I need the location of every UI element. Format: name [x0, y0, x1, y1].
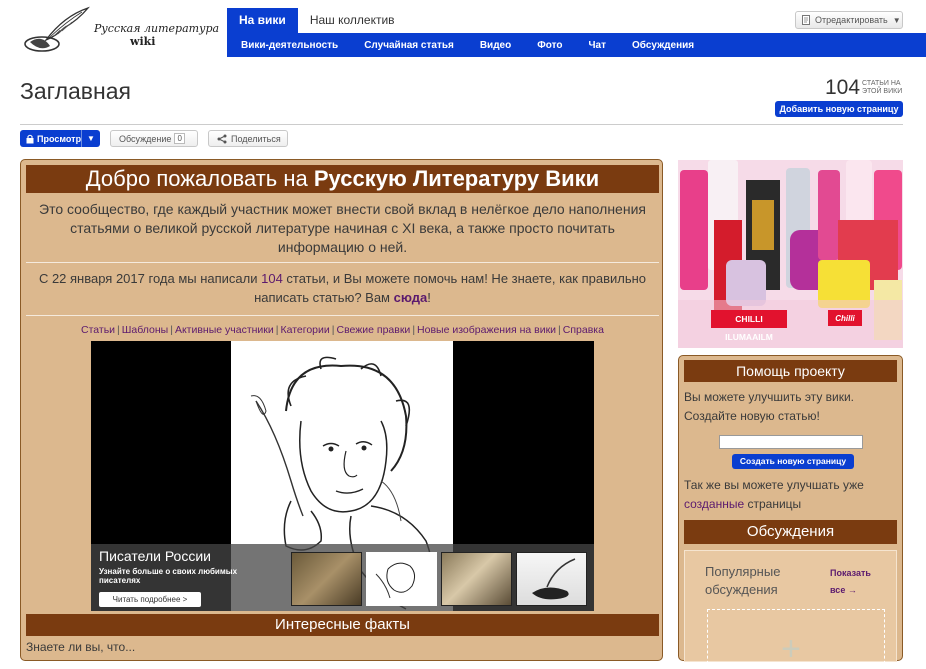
lock-icon [26, 134, 34, 143]
slide-thumbnail[interactable] [291, 552, 362, 606]
view-label: Просмотр [37, 133, 82, 144]
created-pages-link[interactable]: созданные [684, 497, 744, 511]
since-text: С 22 января 2017 года мы написали 104 ст… [26, 269, 659, 307]
improve-part1: Так же вы можете улучшать уже [684, 478, 864, 492]
logo-wiki-text: wiki [130, 35, 156, 48]
since-part1: С 22 января 2017 года мы написали [38, 271, 262, 286]
share-icon [217, 134, 227, 143]
logo-text: Русская литература [94, 22, 220, 35]
divider [26, 262, 659, 263]
wiki-subnav: Вики-деятельность Случайная статья Видео… [227, 33, 926, 57]
subnav-random-page[interactable]: Случайная статья [364, 40, 454, 51]
edit-button[interactable]: Отредактировать ▼ [795, 11, 903, 29]
slide-thumbnail[interactable] [366, 552, 437, 606]
read-more-button[interactable]: Читать подробнее > [99, 592, 201, 607]
svg-text:Chilli: Chilli [835, 314, 855, 323]
discussion-label: Обсуждение [119, 133, 172, 144]
divider [26, 315, 659, 316]
page-icon [802, 15, 810, 25]
popular-discussions-label: Популярные обсуждения [705, 564, 781, 597]
discussions-heading: Обсуждения [684, 520, 897, 544]
slide-thumbnail[interactable] [441, 552, 512, 606]
facts-heading: Интересные факты [26, 614, 659, 636]
help-project-text: Вы можете улучшить эту вики. Создайте но… [684, 390, 855, 423]
new-page-title-input[interactable] [719, 435, 863, 449]
discussions-module: Популярные обсуждения Показать все → + [684, 550, 897, 669]
improve-pages-text: Так же вы можете улучшать уже созданные … [684, 476, 899, 514]
help-project-panel: Помощь проекту Вы можете улучшить эту ви… [678, 355, 903, 669]
help-here-link[interactable]: сюда [394, 290, 428, 305]
article-count-label: СТАТЬИ НА ЭТОЙ ВИКИ [862, 80, 903, 95]
ad-brand-label: CHILLI ILUMAAILM [711, 310, 787, 342]
intro-text: Это сообщество, где каждый участник може… [39, 201, 646, 255]
featured-slider[interactable]: Писатели России Узнайте больше о своих л… [91, 341, 594, 611]
plus-icon[interactable]: + [781, 632, 801, 666]
improve-part2: страницы [744, 497, 802, 511]
edit-label: Отредактировать [815, 15, 888, 25]
chevron-down-icon: ▼ [892, 15, 901, 25]
since-part2: статьи, и Вы можете помочь нам! Не знает… [254, 271, 647, 305]
link-new-images[interactable]: Новые изображения на вики [417, 324, 556, 336]
link-recent-changes[interactable]: Свежие правки [336, 324, 410, 336]
show-all-link[interactable]: Показать все → [830, 565, 880, 599]
subnav-chat[interactable]: Чат [589, 40, 607, 51]
link-templates[interactable]: Шаблоны [122, 324, 168, 336]
share-button[interactable]: Поделиться [208, 130, 288, 147]
tab-our-team[interactable]: Наш коллектив [298, 8, 407, 33]
wiki-logo[interactable]: Русская литература wiki [20, 6, 219, 58]
article-count-link[interactable]: 104 [261, 271, 283, 286]
welcome-wiki-name: Русскую Литературу Вики [313, 166, 600, 191]
global-header: Русская литература wiki На вики Наш колл… [0, 0, 926, 60]
facts-intro: Знаете ли вы, что... [26, 640, 136, 654]
welcome-panel: Добро пожаловать на Русскую Литературу В… [20, 159, 663, 661]
link-help[interactable]: Справка [563, 324, 604, 336]
discussion-count: 0 [174, 133, 185, 144]
link-articles[interactable]: Статьи [81, 324, 115, 336]
article-count: 104 [825, 76, 861, 99]
welcome-prefix: Добро пожаловать на [85, 166, 314, 191]
share-label: Поделиться [231, 133, 281, 144]
slide-title: Писатели России [99, 548, 211, 564]
wiki-nav-tabs: На вики Наш коллектив [227, 8, 407, 33]
since-end: ! [427, 290, 431, 305]
page-title: Заглавная [20, 78, 131, 104]
subnav-photo[interactable]: Фото [537, 40, 562, 51]
discussion-button[interactable]: Обсуждение 0 [110, 130, 198, 147]
create-new-page-button[interactable]: Создать новую страницу [732, 454, 854, 469]
quick-links: Статьи | Шаблоны | Активные участники | Катего… [81, 324, 604, 336]
tab-on-wiki[interactable]: На вики [227, 8, 298, 33]
subnav-wiki-activity[interactable]: Вики-деятельность [241, 40, 338, 51]
quill-logo-icon [24, 6, 90, 52]
advertisement-image[interactable]: Chilli CHILLI ILUMAAILM [678, 160, 903, 348]
slide-description: Узнайте больше о своих любимых писателях [99, 567, 238, 585]
subnav-video[interactable]: Видео [480, 40, 511, 51]
slide-thumbnail[interactable] [516, 552, 587, 606]
link-active-users[interactable]: Активные участники [175, 324, 274, 336]
welcome-heading: Добро пожаловать на Русскую Литературу В… [26, 165, 659, 193]
divider [20, 124, 903, 125]
help-project-heading: Помощь проекту [684, 360, 897, 382]
link-categories[interactable]: Категории [280, 324, 329, 336]
chevron-down-icon[interactable]: ▼ [81, 130, 100, 147]
view-button[interactable]: Просмотр ▼ [20, 130, 100, 147]
add-new-page-button[interactable]: Добавить новую страницу [775, 101, 903, 117]
subnav-discussions[interactable]: Обсуждения [632, 40, 694, 51]
